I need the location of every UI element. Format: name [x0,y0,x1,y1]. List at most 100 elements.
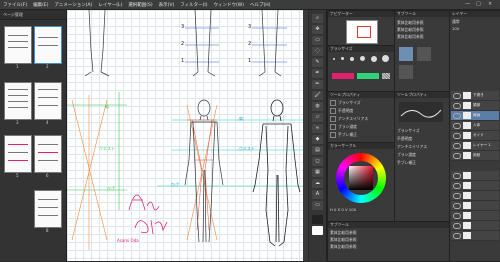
color-swatch-green[interactable] [357,73,379,79]
maximize-button[interactable]: □ [476,1,481,7]
eye-icon[interactable] [453,123,461,129]
checkbox[interactable] [330,124,336,130]
subtool-item[interactable]: 素体比較用参照 [397,20,447,26]
subtool-thumb[interactable] [399,65,413,79]
page-thumbnail[interactable] [4,26,32,64]
lasso-tool-icon[interactable]: ◌ [312,47,323,56]
brush-tool-icon[interactable]: 🖌 [312,91,323,100]
brush-preset[interactable] [333,58,335,60]
menu-file[interactable]: ファイル(F) [0,2,30,8]
fill-tool-icon[interactable]: ◆ [312,135,323,144]
layer-row[interactable]: 線画 [451,111,499,121]
eye-icon[interactable] [453,233,461,239]
checkbox[interactable] [330,116,336,122]
ruler-tool-icon[interactable]: ▭ [312,201,323,210]
eye-icon[interactable] [453,103,461,109]
navigator-viewport[interactable] [357,26,371,38]
layer-row[interactable]: ガイド [451,131,499,141]
minimize-button[interactable]: — [465,1,470,7]
brush-preset[interactable] [360,56,365,61]
subtool-item[interactable]: 素体比較用参照 [397,34,447,40]
blend-tool-icon[interactable]: ≈ [312,124,323,133]
layer-row[interactable] [451,211,499,221]
eye-icon[interactable] [453,193,461,199]
brush-preset[interactable] [341,57,344,60]
frame-tool-icon[interactable]: ▦ [312,168,323,177]
sub-color-swatch[interactable] [312,226,323,235]
property-row[interactable]: 不透明度 [397,136,447,142]
property-row[interactable]: アンチエイリアス [330,116,392,122]
pen-tool-icon[interactable]: ✒ [312,69,323,78]
page-thumbnail[interactable] [34,26,62,64]
layer-row[interactable]: 下書き [451,91,499,101]
brush-preset[interactable] [350,57,354,61]
figure-tool-icon[interactable]: ◻ [312,157,323,166]
eye-icon[interactable] [453,213,461,219]
material-item[interactable]: 素体比較用参照 [330,244,447,250]
color-swatch-pink[interactable] [332,73,354,79]
layer-row[interactable]: 人体 [451,121,499,131]
eye-icon[interactable] [453,183,461,189]
page-thumbnail[interactable] [34,82,62,120]
close-button[interactable]: × [488,1,492,7]
property-row[interactable]: ブラシ濃度 [397,152,447,158]
menu-filter[interactable]: フィルター(I) [177,2,210,8]
property-row[interactable]: ブラシ濃度 [330,124,392,130]
brush-preset[interactable] [371,56,377,62]
text-tool-icon[interactable]: A [312,190,323,199]
eye-icon[interactable] [453,143,461,149]
page-thumbnail[interactable] [4,82,32,120]
layer-row[interactable] [451,181,499,191]
menu-layer[interactable]: レイヤー(L) [95,2,125,8]
brush-preset[interactable] [382,55,389,62]
eye-icon[interactable] [453,173,461,179]
airbrush-tool-icon[interactable]: ◍ [312,102,323,111]
hue-ring[interactable] [336,153,386,203]
main-color-swatch[interactable] [312,215,323,224]
eyedropper-icon[interactable]: ✎ [312,58,323,67]
blend-mode-select[interactable]: 通常 [452,19,498,25]
canvas-scrollbar[interactable] [303,10,308,261]
checkbox[interactable] [330,132,336,138]
layer-row[interactable]: レイヤー 1 [451,141,499,151]
menu-view[interactable]: 表示(V) [156,2,178,8]
eye-icon[interactable] [453,153,461,159]
subtool-thumb[interactable] [417,47,431,61]
select-tool-icon[interactable]: ▭ [312,36,323,45]
saturation-square[interactable] [349,166,373,190]
transparent-swatch[interactable] [382,73,390,79]
eye-icon[interactable] [453,133,461,139]
property-row[interactable]: ブラシサイズ [397,128,447,134]
eye-icon[interactable] [453,203,461,209]
menu-select[interactable]: 選択範囲(S) [125,2,155,8]
gradient-tool-icon[interactable]: ▤ [312,146,323,155]
subtool-thumb[interactable] [399,47,413,61]
layer-row[interactable]: 用紙 [451,151,499,161]
canvas-area[interactable]: 3 2 1 3 2 1 ウエスト ウエスト ひざ ひざ 肩 肩 Asami Od… [67,10,308,261]
menu-edit[interactable]: 編集(E) [30,2,51,8]
menu-window[interactable]: ウィンドウ(W) [211,2,247,8]
property-row[interactable]: アンチエイリアス [397,144,447,150]
eraser-tool-icon[interactable]: ▱ [312,113,323,122]
page-thumbnail[interactable] [34,190,62,228]
property-row[interactable]: 不透明度 [330,108,392,114]
menu-help[interactable]: ヘルプ(H) [247,2,273,8]
menu-animation[interactable]: アニメーション(A) [51,2,95,8]
layer-opacity[interactable]: 100 [452,26,498,32]
material-item[interactable]: 素体比較用参照 [330,230,447,236]
layer-row[interactable] [451,191,499,201]
balloon-tool-icon[interactable]: ☁ [312,179,323,188]
layer-row[interactable] [451,171,499,181]
property-row[interactable]: 手ブレ補正 [330,132,392,138]
eye-icon[interactable] [453,113,461,119]
eye-icon[interactable] [453,223,461,229]
move-tool-icon[interactable]: ✥ [312,25,323,34]
material-item[interactable]: 素体比較用参照 [330,237,447,243]
navigator-preview[interactable] [346,20,378,44]
subtool-item[interactable]: 素体比較用参照 [397,27,447,33]
checkbox[interactable] [330,108,336,114]
pencil-tool-icon[interactable]: ✏ [312,80,323,89]
layer-row[interactable] [451,201,499,211]
property-row[interactable]: ブラシサイズ [330,100,392,106]
layer-row[interactable] [451,221,499,231]
